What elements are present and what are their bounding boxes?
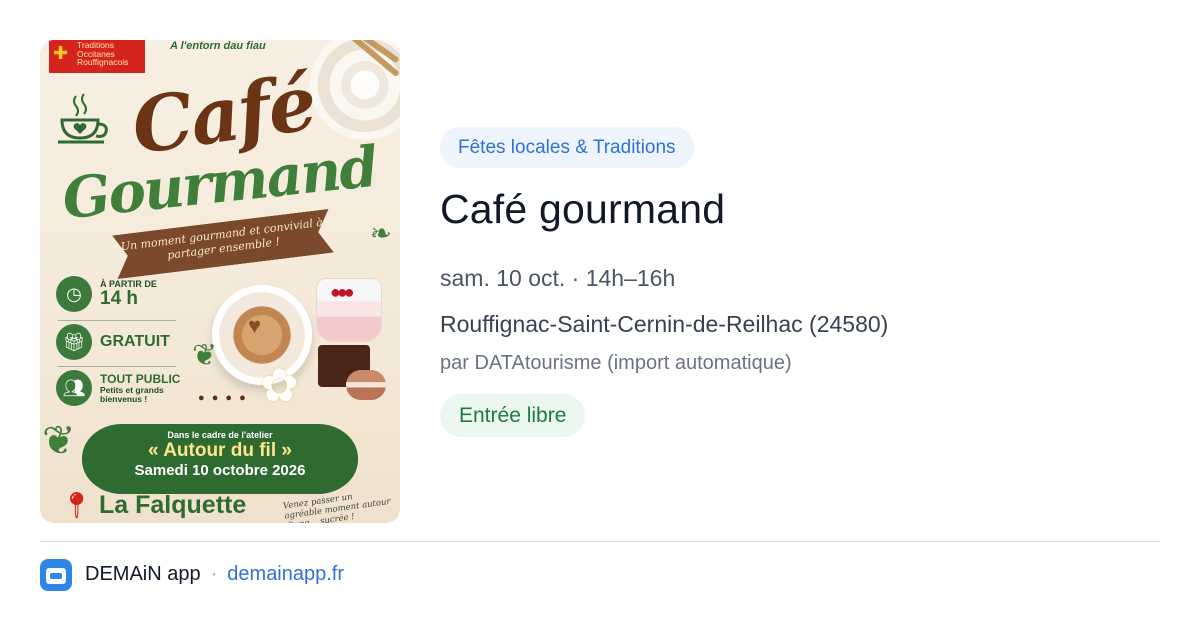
latte-heart-icon: ♥	[248, 313, 262, 338]
poster-association-logo: ✚ Traditions Occitanes Rouffignacois	[49, 40, 145, 73]
app-name: DEMAiN app	[85, 563, 201, 585]
poster-banner-line2: « Autour du fil »	[148, 440, 292, 461]
poster-divider	[58, 366, 176, 367]
poster-place: La Falquette	[99, 491, 247, 519]
poster-time-row: ◷ À PARTIR DE 14 h	[56, 276, 157, 312]
clock-icon: ◷	[56, 276, 92, 312]
footer: DEMAiN app · demainapp.fr	[40, 558, 344, 591]
poster-price-row: 🎁︎ GRATUIT	[56, 324, 170, 360]
event-location: Rouffignac-Saint-Cernin-de-Reilhac (2458…	[440, 311, 889, 337]
poster-time-value: 14 h	[100, 288, 139, 309]
leaf-branch-icon: ❦	[42, 419, 76, 463]
leaf-icon: ❦	[192, 339, 218, 372]
poster-top-line: A l'entorn dau fiau	[170, 40, 266, 52]
coffee-cup-icon	[58, 93, 108, 144]
flower-icon: ✿	[260, 359, 299, 411]
poster-atelier-banner: Dans le cadre de l'atelier « Autour du f…	[82, 424, 358, 494]
poster-audience-row: 👥︎ TOUT PUBLIC Petits et grands bienvenu…	[56, 370, 180, 406]
people-icon: 👥︎	[56, 370, 92, 406]
map-pin-icon: 📍︎	[60, 490, 94, 520]
poster-place-row: 📍︎ La Falquette	[60, 490, 246, 521]
poster-audience-sub: Petits et grands bienvenus !	[100, 384, 164, 404]
coffee-beans-illustration: ● ● ● ●	[198, 392, 248, 404]
footer-separator: ·	[210, 563, 218, 585]
occitan-cross-icon: ✚	[53, 43, 69, 63]
leaf-icon: ❧	[370, 218, 392, 248]
event-datetime: sam. 10 oct. · 14h–16h	[440, 265, 676, 291]
poster-banner-line3: Samedi 10 octobre 2026	[134, 462, 306, 479]
category-chip[interactable]: Fêtes locales & Traditions	[440, 127, 694, 168]
poster-divider	[58, 320, 176, 321]
event-title: Café gourmand	[440, 186, 726, 232]
gift-icon: 🎁︎	[56, 324, 92, 360]
event-poster-image: ✚ Traditions Occitanes Rouffignacois A l…	[40, 40, 400, 523]
demain-app-icon	[40, 558, 72, 591]
poster-logo-line: Rouffignacois	[77, 57, 129, 68]
raspberries-illustration: ●●●	[330, 282, 355, 302]
footer-divider	[40, 541, 1160, 542]
poster-audience-title: TOUT PUBLIC	[100, 371, 181, 386]
poster-price: GRATUIT	[100, 333, 170, 350]
app-domain-link[interactable]: demainapp.fr	[227, 563, 344, 586]
poster-banner-line1: Dans le cadre de l'atelier	[167, 430, 273, 440]
event-source: par DATAtourisme (import automatique)	[440, 352, 792, 374]
price-badge: Entrée libre	[440, 394, 586, 437]
macaron-illustration	[346, 370, 386, 400]
